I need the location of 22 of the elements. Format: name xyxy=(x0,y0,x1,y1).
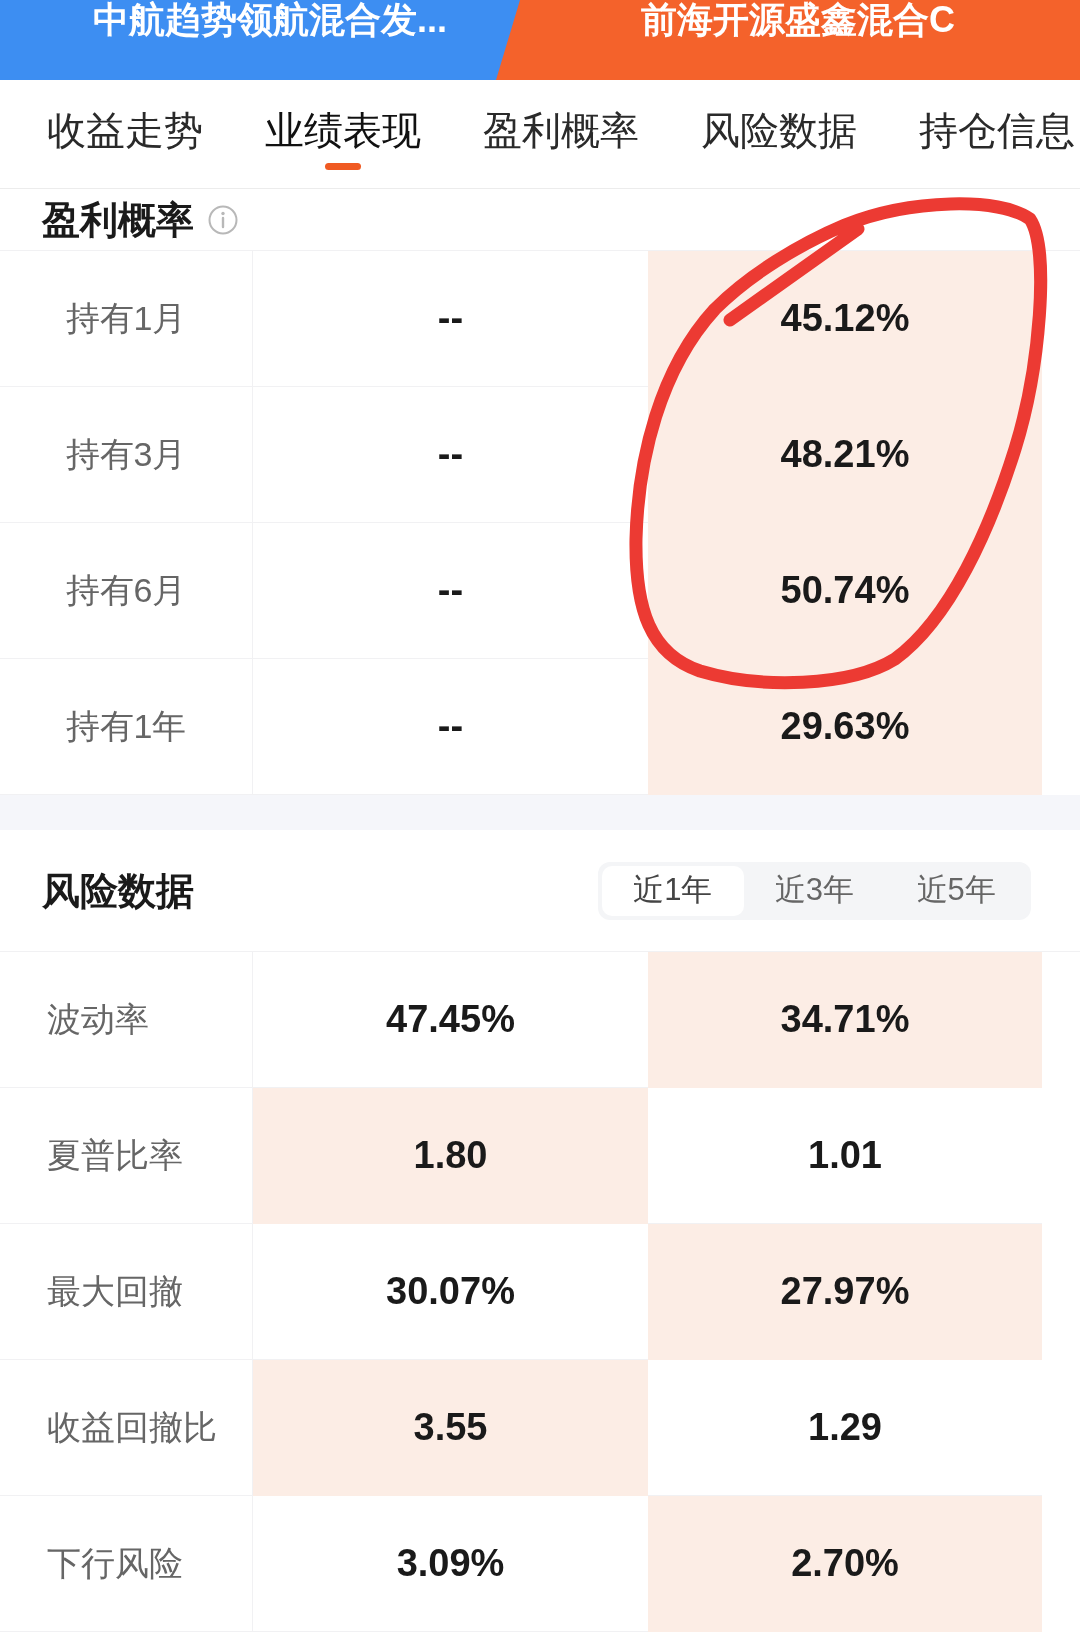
period-tab[interactable]: 近1年 xyxy=(602,865,744,916)
info-icon[interactable] xyxy=(208,204,238,235)
section-title: 风险数据 xyxy=(42,868,194,913)
table-cell: 1.80 xyxy=(253,1088,648,1224)
nav-tab[interactable]: 风险数据 xyxy=(701,109,857,170)
nav-tab[interactable]: 收益走势 xyxy=(47,109,203,170)
fund-name-banner: 前海开源盛鑫混合C xyxy=(496,0,1080,80)
period-tab[interactable]: 近3年 xyxy=(743,865,886,916)
nav-tab[interactable]: 持仓信息 xyxy=(919,109,1075,170)
table-cell: 2.70% xyxy=(648,1496,1042,1632)
table-cell: 50.74% xyxy=(648,523,1042,659)
table-cell: 27.97% xyxy=(648,1224,1042,1360)
section-title: 盈利概率 xyxy=(42,197,194,242)
table-cell: 34.71% xyxy=(648,952,1042,1088)
table-cell: 29.63% xyxy=(648,659,1042,795)
period-tab[interactable]: 近5年 xyxy=(885,865,1027,916)
nav-tab[interactable]: 业绩表现 xyxy=(265,109,421,170)
table-cell: 45.12% xyxy=(648,251,1042,387)
nav-tab[interactable]: 盈利概率 xyxy=(483,109,639,170)
tab-indicator xyxy=(325,163,361,170)
table-cell: 3.55 xyxy=(253,1360,648,1496)
table-cell: 48.21% xyxy=(648,387,1042,523)
